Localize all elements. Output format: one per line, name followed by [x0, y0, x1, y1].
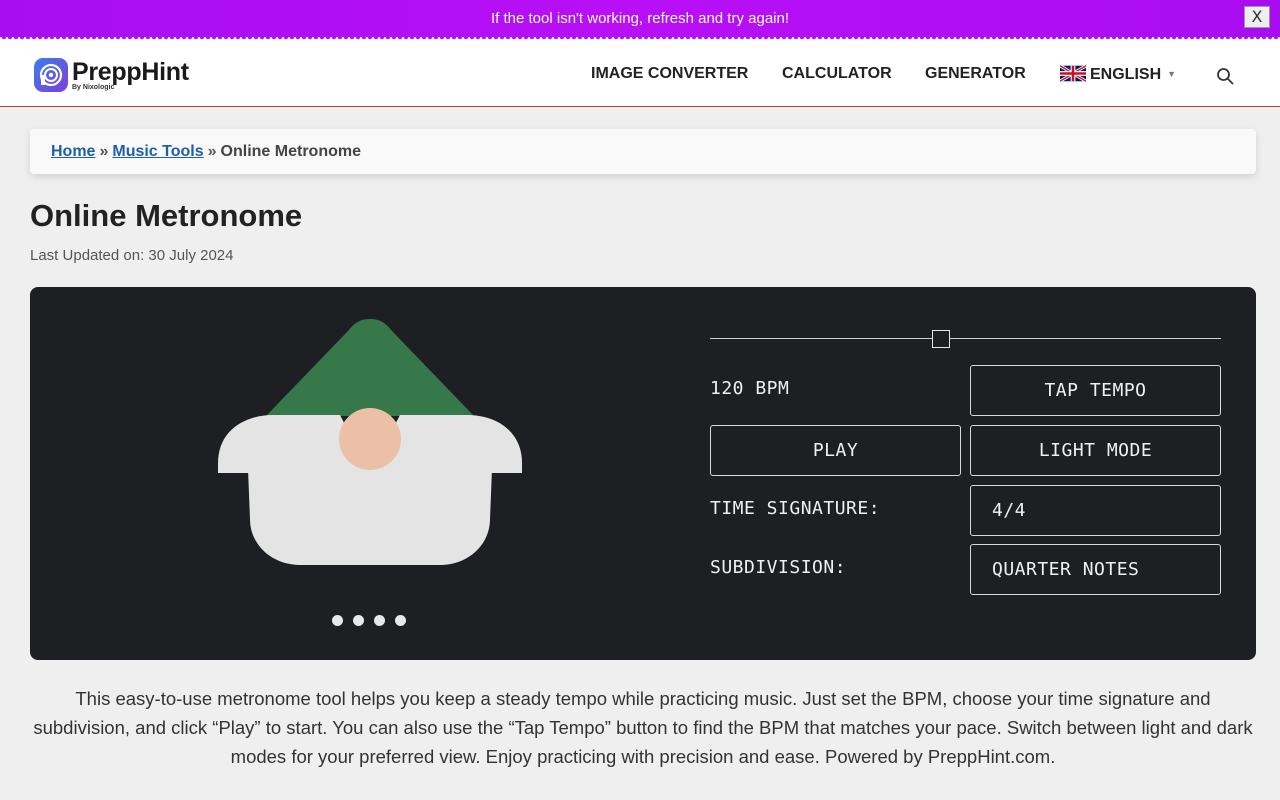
time-signature-label: TIME SIGNATURE: — [710, 498, 881, 519]
announcement-banner: If the tool isn't working, refresh and t… — [0, 0, 1280, 38]
bpm-display: 120 BPM — [710, 378, 790, 399]
tempo-slider-thumb[interactable] — [932, 330, 950, 348]
tempo-slider[interactable] — [710, 329, 1221, 349]
site-logo[interactable]: PreppHint By Nixologic — [34, 56, 189, 94]
logo-byline: By Nixologic — [72, 84, 115, 91]
caret-down-icon: ▼ — [1167, 69, 1177, 79]
last-updated: Last Updated on: 30 July 2024 — [30, 247, 234, 264]
breadcrumb-music-tools[interactable]: Music Tools — [112, 143, 203, 160]
language-label: ENGLISH — [1090, 66, 1162, 83]
breadcrumb-separator: » — [99, 143, 109, 160]
subdivision-label: SUBDIVISION: — [710, 557, 847, 578]
banner-close-button[interactable]: X — [1244, 6, 1270, 28]
metronome-panel: 120 BPM TAP TEMPO PLAY LIGHT MODE TIME S… — [30, 287, 1256, 660]
nav-calculator[interactable]: CALCULATOR — [782, 65, 892, 83]
time-signature-select[interactable]: 4/4 — [970, 485, 1221, 536]
gnome-illustration — [218, 319, 522, 565]
nav-generator[interactable]: GENERATOR — [925, 65, 1026, 83]
page-title: Online Metronome — [30, 198, 303, 233]
beat-dot — [395, 615, 406, 626]
tap-tempo-button[interactable]: TAP TEMPO — [970, 365, 1221, 416]
nav-image-converter[interactable]: IMAGE CONVERTER — [591, 65, 748, 83]
play-button[interactable]: PLAY — [710, 425, 961, 476]
breadcrumb: Home» Music Tools» Online Metronome — [30, 129, 1256, 174]
light-mode-button[interactable]: LIGHT MODE — [970, 425, 1221, 476]
site-header: PreppHint By Nixologic IMAGE CONVERTER C… — [0, 41, 1280, 107]
beat-dot — [374, 615, 385, 626]
logo-name: PreppHint — [72, 58, 189, 86]
breadcrumb-current: Online Metronome — [220, 143, 361, 160]
banner-message: If the tool isn't working, refresh and t… — [490, 10, 789, 27]
breadcrumb-separator: » — [207, 143, 217, 160]
tool-description: This easy-to-use metronome tool helps yo… — [33, 688, 1253, 767]
subdivision-select[interactable]: QUARTER NOTES — [970, 544, 1221, 595]
beat-dot — [332, 615, 343, 626]
uk-flag-icon — [1060, 65, 1086, 82]
language-selector[interactable]: ENGLISH ▼ — [1060, 65, 1176, 84]
breadcrumb-home[interactable]: Home — [51, 143, 95, 160]
beat-dot — [353, 615, 364, 626]
logo-mark-icon — [34, 58, 68, 92]
tempo-slider-track — [710, 338, 1221, 339]
search-icon[interactable] — [1216, 67, 1234, 85]
beat-indicators — [332, 615, 406, 626]
